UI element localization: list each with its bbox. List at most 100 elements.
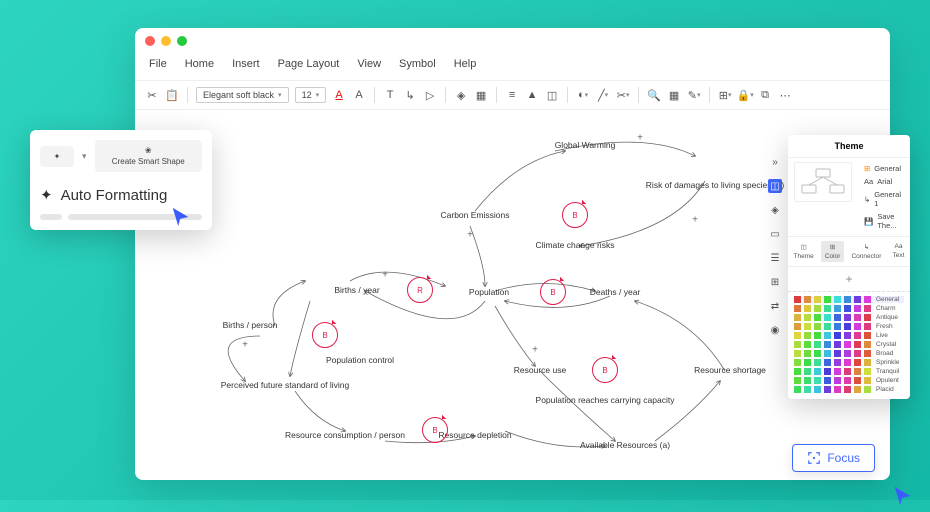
theme-opt-save[interactable]: 💾Save The... (864, 212, 904, 230)
loop-b-depletion[interactable]: B (422, 417, 448, 443)
font-style-icon[interactable]: A (352, 88, 366, 102)
pointer-icon[interactable]: ▷ (423, 88, 437, 102)
menu-insert[interactable]: Insert (232, 58, 260, 70)
theme-opt-arial[interactable]: AaArial (864, 177, 904, 186)
node-births-person[interactable]: Births / person (223, 320, 278, 330)
table-icon[interactable]: ▦ (667, 88, 681, 102)
add-theme-button[interactable]: + (788, 267, 910, 292)
ruler-icon[interactable]: ◫ (545, 88, 559, 102)
paste-icon[interactable]: 📋 (165, 88, 179, 102)
palette-broad[interactable]: Broad (794, 350, 904, 357)
tab-text[interactable]: AaText (889, 241, 909, 262)
node-risk-damages[interactable]: Risk of damages to living species (b) (646, 180, 784, 190)
side-icon-strip: » ◫ ◈ ▭ ☰ ⊞ ⇄ ◉ (766, 155, 784, 337)
node-resource-use[interactable]: Resource use (514, 365, 566, 375)
palette-fresh[interactable]: Fresh (794, 323, 904, 330)
loop-r[interactable]: R (407, 277, 433, 303)
maximize-icon[interactable] (177, 36, 187, 46)
tab-connector[interactable]: ↳Connector (847, 241, 885, 262)
palette-crystal[interactable]: Crystal (794, 341, 904, 348)
minimize-icon[interactable] (161, 36, 171, 46)
duplicate-icon[interactable]: ⧉ (758, 88, 772, 102)
palette-live[interactable]: Live (794, 332, 904, 339)
node-depletion[interactable]: Resource depletion (438, 430, 511, 440)
plus-marker: + (637, 133, 643, 144)
pen-icon[interactable]: ✎▾ (687, 88, 701, 102)
font-size-select[interactable]: 12▾ (295, 87, 327, 103)
menu-symbol[interactable]: Symbol (399, 58, 436, 70)
toolbar: ✂ 📋 Elegant soft black▾ 12▾ A A T ↳ ▷ ◈ … (135, 81, 890, 110)
node-consumption[interactable]: Resource consumption / person (285, 430, 405, 440)
create-smart-shape-button[interactable]: ❀ Create Smart Shape (95, 140, 202, 172)
theme-panel-title: Theme (788, 135, 910, 158)
node-resource-shortage[interactable]: Resource shortage (694, 365, 766, 375)
arrange-icon[interactable]: ⊞ (768, 275, 782, 289)
node-population-control[interactable]: Population control (326, 355, 394, 365)
swap-icon[interactable]: ⇄ (768, 299, 782, 313)
focus-button[interactable]: Focus (792, 444, 875, 472)
theme-tabs: ◫Theme ⊞Color ↳Connector AaText (788, 236, 910, 267)
layers-side-icon[interactable]: ◈ (768, 203, 782, 217)
shape-icon[interactable]: ▲ (525, 88, 539, 102)
theme-preview[interactable] (794, 162, 852, 202)
node-carbon-emissions[interactable]: Carbon Emissions (441, 210, 510, 220)
layers-icon[interactable]: ◈ (454, 88, 468, 102)
cut-icon[interactable]: ✂ (145, 88, 159, 102)
page-icon[interactable]: ▭ (768, 227, 782, 241)
font-color-icon[interactable]: A (332, 88, 346, 102)
loop-b-capacity[interactable]: B (592, 357, 618, 383)
node-deaths-year[interactable]: Deaths / year (590, 287, 641, 297)
loop-b-control[interactable]: B (312, 322, 338, 348)
close-icon[interactable] (145, 36, 155, 46)
theme-icon[interactable]: ◫ (768, 179, 782, 193)
palette-opulent[interactable]: Opulent (794, 377, 904, 384)
palette-placid[interactable]: Placid (794, 386, 904, 393)
crop-icon[interactable]: ✂▾ (616, 88, 630, 102)
loop-b-climate[interactable]: B (562, 202, 588, 228)
group-icon[interactable]: ⊞▾ (718, 88, 732, 102)
text-tool-icon[interactable]: T (383, 88, 397, 102)
menu-view[interactable]: View (357, 58, 381, 70)
palette-antique[interactable]: Antique (794, 314, 904, 321)
shapes-icon: ❀ (145, 146, 152, 155)
grid-icon[interactable]: ▦ (474, 88, 488, 102)
fill-icon[interactable]: ◐▾ (576, 88, 590, 102)
plus-marker: + (692, 215, 698, 226)
lock-icon[interactable]: 🔒▾ (738, 88, 752, 102)
more-icon[interactable]: ⋯ (778, 88, 792, 102)
menu-page-layout[interactable]: Page Layout (278, 58, 340, 70)
search-icon[interactable]: 🔍 (647, 88, 661, 102)
menu-home[interactable]: Home (185, 58, 214, 70)
tab-color[interactable]: ⊞Color (821, 241, 845, 262)
theme-opt-general1[interactable]: ↳General 1 (864, 190, 904, 208)
sparkle-button[interactable]: ✦ (40, 146, 74, 167)
expand-icon[interactable]: » (768, 155, 782, 169)
node-carrying[interactable]: Population reaches carrying capacity (536, 395, 675, 405)
palette-sprinkle[interactable]: Sprinkle (794, 359, 904, 366)
node-births-year[interactable]: Births / year (334, 285, 379, 295)
node-perceived[interactable]: Perceived future standard of living (221, 380, 350, 390)
connector-icon[interactable]: ↳ (403, 88, 417, 102)
palette-charm[interactable]: Charm (794, 305, 904, 312)
palette-tranquil[interactable]: Tranquil (794, 368, 904, 375)
font-select[interactable]: Elegant soft black▾ (196, 87, 289, 103)
theme-opt-general[interactable]: ⊞General (864, 164, 904, 173)
theme-panel: Theme ⊞General AaArial ↳General 1 💾Save … (788, 135, 910, 399)
palette-general[interactable]: General (794, 296, 904, 303)
node-population[interactable]: Population (469, 287, 509, 297)
auto-formatting-button[interactable]: ✦ Auto Formatting (40, 186, 202, 204)
node-available[interactable]: Available Resources (a) (580, 440, 670, 450)
focus-icon (807, 451, 821, 465)
line-icon[interactable]: ╱▾ (596, 88, 610, 102)
list-icon[interactable]: ☰ (768, 251, 782, 265)
slider-handle[interactable] (40, 214, 62, 220)
loop-b-pop[interactable]: B (540, 279, 566, 305)
tab-theme[interactable]: ◫Theme (790, 241, 818, 262)
menu-file[interactable]: File (149, 58, 167, 70)
menu-help[interactable]: Help (454, 58, 477, 70)
palette-list: General Charm Antique Fresh Live Crystal Broad… (788, 292, 910, 399)
node-climate-risks[interactable]: Climate change risks (536, 240, 615, 250)
view-icon[interactable]: ◉ (768, 323, 782, 337)
node-global-warming[interactable]: Global Warming (555, 140, 616, 150)
align-left-icon[interactable]: ≡ (505, 88, 519, 102)
